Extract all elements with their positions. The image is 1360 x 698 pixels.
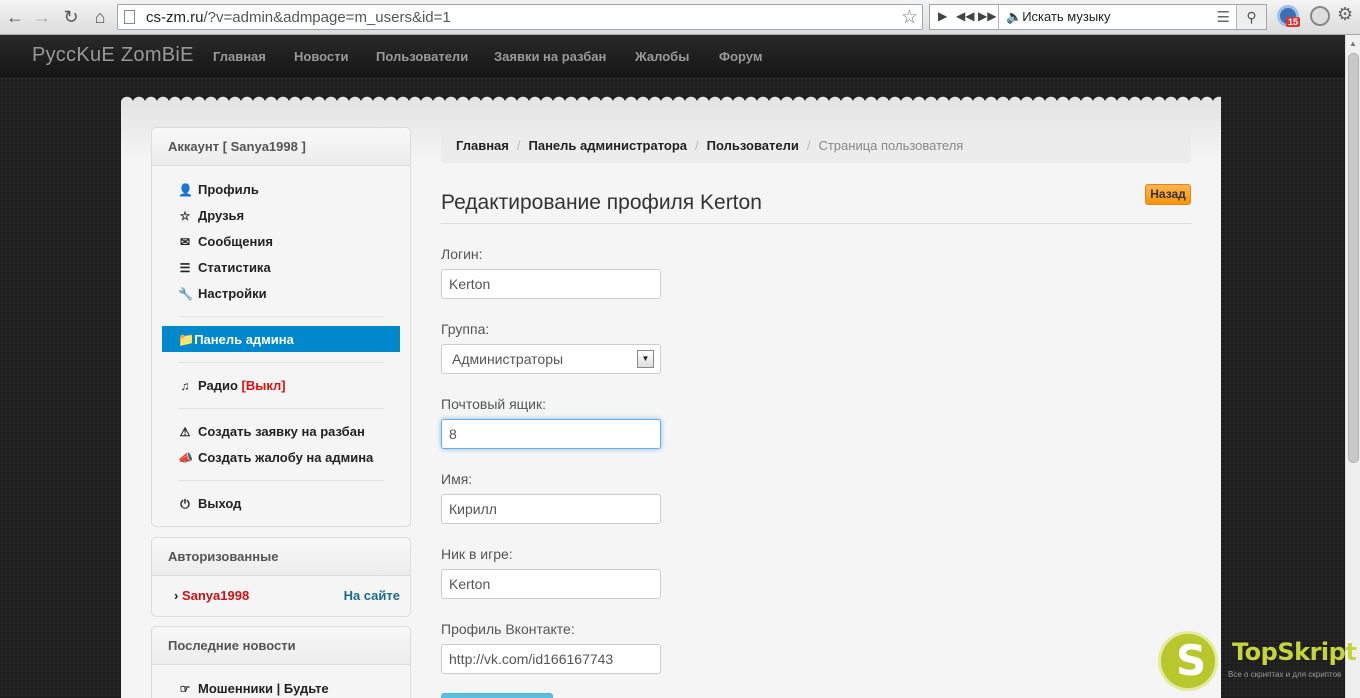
watermark-tagline: Все о скриптах и для скриптов [1228,670,1342,679]
group-label: Группа: [441,321,490,337]
music-icon: ♫ [180,379,190,393]
nav-link-home[interactable]: Главная [213,49,266,64]
nick-label: Ник в игре: [441,546,513,562]
nav-link-forum[interactable]: Форум [719,49,762,64]
sidebar-item-admin-panel[interactable]: 📁Панель админа [162,326,400,352]
page-title: Редактирование профиля Kerton [441,191,762,214]
news-panel: Последние новости ☞ Мошенники | Будьте [151,626,411,698]
account-panel-title: Аккаунт [ Sanya1998 ] [152,128,410,166]
reload-icon[interactable]: ↻ [60,6,82,28]
user-icon: 👤 [178,183,193,197]
music-player-widget: ▶ ◀◀ ▶▶ 🔈Искать музыку ☰ ⚲ [929,4,1267,30]
account-panel: Аккаунт [ Sanya1998 ] 👤 Профиль ☆ Друзья ✉… [151,127,411,527]
list-icon: ☰ [179,261,191,275]
email-input[interactable] [441,419,661,449]
hand-pointing-icon: ☞ [179,682,191,696]
envelope-icon: ✉ [179,235,191,249]
nick-input[interactable] [441,569,661,599]
radio-status[interactable]: [Выкл] [242,378,286,393]
sidebar-item-settings[interactable]: 🔧 Настройки [178,286,267,301]
home-icon[interactable]: ⌂ [89,6,111,28]
nav-link-complaints[interactable]: Жалобы [635,49,689,64]
settings-wrench-icon[interactable]: ⚙ [1337,4,1353,25]
news-panel-title: Последние новости [152,627,410,665]
wrench-icon: 🔧 [178,287,193,301]
site-brand[interactable]: PусcKuE ZomBiE [32,44,194,67]
sidebar-item-logout[interactable]: ⏻ Выход [178,496,241,512]
group-selected-value: Администраторы [452,351,564,367]
profile-extension-icon[interactable] [1310,6,1330,26]
sidebar-item-create-unban-request[interactable]: ⚠ Создать заявку на разбан [178,424,365,439]
folder-open-icon: 📁 [178,332,195,347]
page-icon [124,10,135,24]
power-icon: ⏻ [180,497,190,511]
back-button[interactable]: Назад [1145,184,1191,205]
sidebar-item-radio[interactable]: ♫ Радио [Выкл] [178,378,286,393]
login-input[interactable] [441,269,661,299]
login-label: Логин: [441,246,483,262]
nav-link-unban-requests[interactable]: Заявки на разбан [494,49,606,64]
save-button[interactable] [441,693,553,698]
sidebar-item-statistics[interactable]: ☰ Статистика [178,260,271,275]
online-user-link[interactable]: › Sanya1998 [174,588,249,603]
search-icon[interactable]: ⚲ [1236,5,1266,29]
site-navbar: PусcKuE ZomBiE Главная Новости Пользоват… [0,35,1345,77]
nav-link-users[interactable]: Пользователи [376,49,468,64]
scrollbar[interactable]: ▲ [1345,35,1360,698]
online-status: На сайте [343,588,400,603]
watermark-logo: S [1158,631,1218,691]
name-label: Имя: [441,471,473,487]
sidebar-item-messages[interactable]: ✉ Сообщения [178,234,273,249]
sidebar-item-create-complaint[interactable]: 📣 Создать жалобу на админа [178,450,373,465]
bookmark-star-icon[interactable]: ☆ [901,6,918,29]
dropdown-arrow-icon[interactable]: ▼ [637,350,654,368]
back-arrow-icon[interactable]: ← [4,6,26,28]
authorized-panel-title: Авторизованные [152,538,410,576]
url-text: cs-zm.ru/?v=admin&admpage=m_users&id=1 [146,9,451,26]
warning-icon: ⚠ [179,425,191,439]
watermark-name: TopSkript [1232,638,1357,666]
bullhorn-icon: 📣 [178,451,193,465]
extension-icon[interactable]: 15 [1277,5,1301,27]
vk-label: Профиль Вконтакте: [441,621,575,637]
sidebar-item-profile[interactable]: 👤 Профиль [178,182,259,197]
breadcrumb-home[interactable]: Главная [456,138,509,153]
nav-link-news[interactable]: Новости [294,49,349,64]
speaker-icon: 🔈 [1006,9,1023,24]
address-bar[interactable]: cs-zm.ru/?v=admin&admpage=m_users&id=1 ☆ [117,4,923,30]
name-input[interactable] [441,494,661,524]
vk-input[interactable] [441,644,661,674]
star-icon: ☆ [179,209,191,223]
browser-toolbar: ← → ↻ ⌂ cs-zm.ru/?v=admin&admpage=m_user… [0,0,1360,35]
breadcrumb: Главная / Панель администратора / Пользовате… [441,127,1191,163]
extension-badge: 15 [1286,17,1301,27]
forward-arrow-icon[interactable]: → [31,6,53,28]
fast-forward-icon[interactable]: ▶▶ [978,9,996,23]
play-icon[interactable]: ▶ [938,9,947,23]
scroll-up-arrow-icon[interactable]: ▲ [1349,39,1357,48]
music-search-field[interactable]: 🔈Искать музыку [1006,9,1111,25]
breadcrumb-users[interactable]: Пользователи [707,138,799,153]
breadcrumb-admin-panel[interactable]: Панель администратора [529,138,688,153]
group-select[interactable]: Администраторы ▼ [441,344,661,374]
menu-icon[interactable]: ☰ [1217,8,1230,26]
news-item[interactable]: ☞ Мошенники | Будьте [178,681,329,696]
chevron-right-icon: › [174,588,179,603]
sidebar-item-friends[interactable]: ☆ Друзья [178,208,245,223]
breadcrumb-current: Страница пользователя [818,138,964,153]
authorized-panel: Авторизованные › Sanya1998 На сайте [151,537,411,617]
scroll-thumb[interactable] [1348,53,1359,463]
title-divider [441,223,1191,224]
rewind-icon[interactable]: ◀◀ [956,9,974,23]
email-label: Почтовый ящик: [441,396,547,412]
